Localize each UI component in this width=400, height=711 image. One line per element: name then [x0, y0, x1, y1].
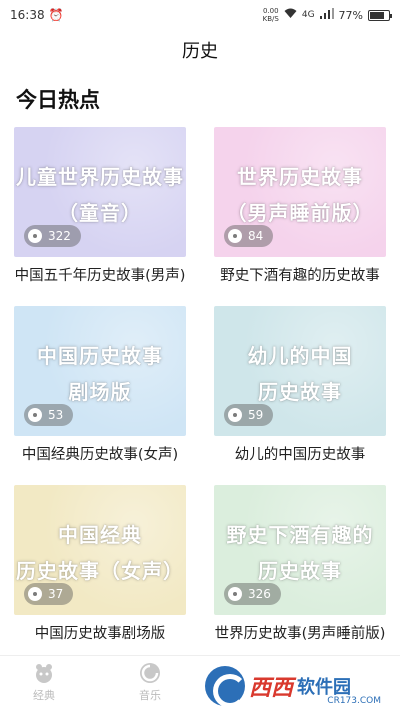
alarm-icon: ⏰ — [48, 8, 64, 22]
disc-icon — [228, 408, 242, 422]
nav-item-classic[interactable]: 经典 — [14, 662, 74, 703]
section-heading: 今日热点 — [16, 88, 100, 112]
play-count: 59 — [248, 408, 264, 422]
page-title-bar: 历史 — [0, 30, 400, 70]
watermark-logo-icon — [205, 666, 247, 708]
network-type: 4G — [301, 10, 315, 20]
battery-fill — [370, 11, 384, 19]
play-count-badge: 53 — [24, 404, 74, 426]
network-speed-value: 0.00 — [262, 7, 279, 15]
cover-text: （童音） — [58, 201, 142, 225]
cover-text: 中国经典 — [58, 523, 142, 547]
album-cover[interactable]: 中国经典历史故事（女声） 37 — [14, 485, 186, 615]
album-title[interactable]: 幼儿的中国历史故事 — [200, 443, 400, 464]
album-cover[interactable]: 幼儿的中国历史故事 59 — [214, 306, 386, 436]
cover-text: （男声睡前版） — [226, 201, 374, 225]
status-bar: 16:38 ⏰ 0.00 KB/S 4G 77% — [0, 0, 400, 30]
album-title[interactable]: 中国五千年历史故事(男声) — [0, 264, 200, 285]
cover-text: 历史故事 — [258, 559, 342, 583]
album-cover[interactable]: 儿童世界历史故事 （童音） 322 — [14, 127, 186, 257]
cover-text: 历史故事 — [258, 380, 342, 404]
play-count: 37 — [48, 587, 64, 601]
disc-icon — [28, 408, 42, 422]
play-count-badge: 59 — [224, 404, 274, 426]
status-time: 16:38 — [10, 8, 45, 22]
watermark-url: CR173.COM — [327, 696, 381, 706]
watermark-text: 西西 — [249, 676, 294, 701]
play-count: 53 — [48, 408, 64, 422]
play-count-badge: 322 — [24, 225, 81, 247]
nav-label-classic: 经典 — [33, 689, 55, 702]
play-count-badge: 37 — [24, 583, 74, 605]
play-count: 326 — [248, 587, 271, 601]
cover-text: 历史故事（女声） — [16, 559, 184, 583]
watermark: 西西 软件园 CR173.COM — [205, 666, 395, 708]
cover-text: 剧场版 — [68, 380, 132, 404]
network-speed-unit: KB/S — [262, 15, 279, 23]
cover-text: 儿童世界历史故事 — [16, 165, 184, 189]
album-cover[interactable]: 中国历史故事 剧场版 53 — [14, 306, 186, 436]
play-count: 84 — [248, 229, 264, 243]
album-title[interactable]: 中国历史故事剧场版 — [0, 622, 200, 643]
album-cover[interactable]: 野史下酒有趣的 历史故事 326 — [214, 485, 386, 615]
signal-icon — [319, 8, 334, 22]
status-right: 0.00 KB/S 4G 77% — [263, 7, 392, 23]
battery-percent: 77% — [338, 8, 363, 22]
disc-icon — [28, 587, 42, 601]
page-title: 历史 — [182, 41, 218, 62]
music-icon — [139, 662, 161, 684]
cover-text: 世界历史故事 — [237, 165, 363, 189]
nav-label-music: 音乐 — [139, 689, 161, 702]
disc-icon — [228, 229, 242, 243]
play-count-badge: 326 — [224, 583, 281, 605]
album-title[interactable]: 野史下酒有趣的历史故事 — [200, 264, 400, 285]
battery-icon — [368, 9, 392, 21]
disc-icon — [28, 229, 42, 243]
disc-icon — [228, 587, 242, 601]
cover-text: 幼儿的中国 — [247, 344, 353, 368]
play-count-badge: 84 — [224, 225, 274, 247]
play-count: 322 — [48, 229, 71, 243]
album-cover[interactable]: 世界历史故事 （男声睡前版） 84 — [214, 127, 386, 257]
nav-item-music[interactable]: 音乐 — [120, 662, 180, 703]
status-left: 16:38 ⏰ — [10, 8, 64, 22]
network-speed: 0.00 KB/S — [263, 7, 279, 23]
cover-text: 中国历史故事 — [37, 344, 163, 368]
album-title[interactable]: 中国经典历史故事(女声) — [0, 443, 200, 464]
classic-icon — [33, 662, 55, 684]
album-title[interactable]: 世界历史故事(男声睡前版) — [200, 622, 400, 643]
cover-text: 野史下酒有趣的 — [226, 523, 374, 547]
wifi-icon — [284, 8, 297, 22]
